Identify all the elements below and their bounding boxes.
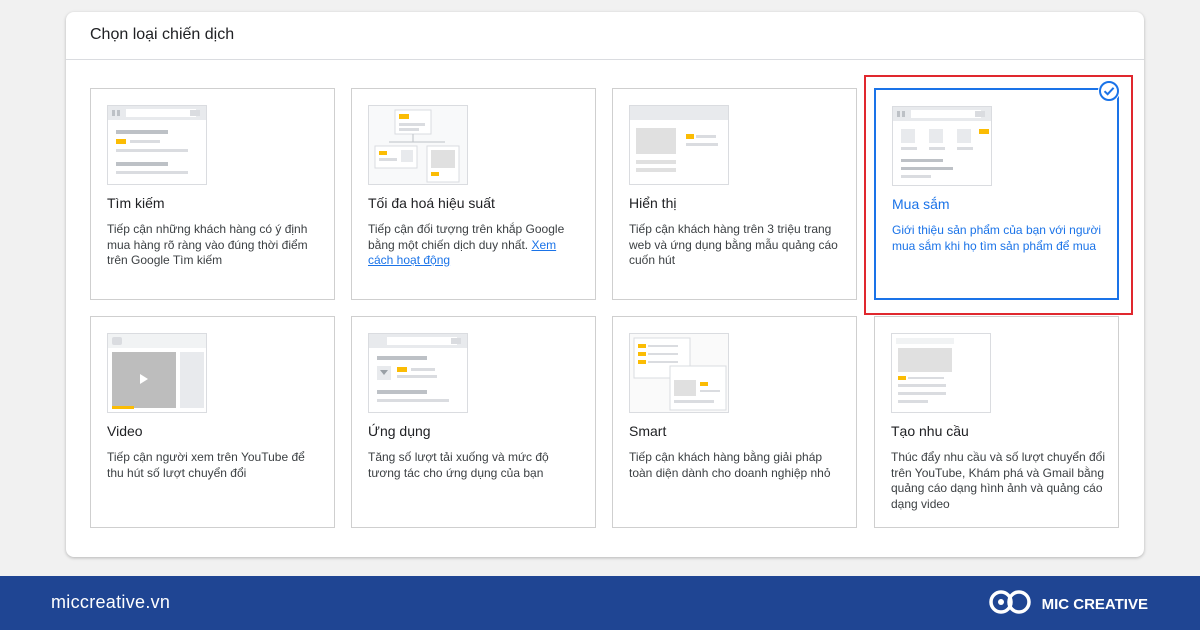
campaign-card-video[interactable]: Video Tiếp cận người xem trên YouTube để… <box>90 316 335 528</box>
card-description: Tăng số lượt tải xuống và mức độ tương t… <box>368 450 549 480</box>
performance-max-icon <box>368 105 468 185</box>
shopping-campaign-icon <box>892 106 992 186</box>
card-description: Giới thiệu sản phẩm của bạn với người mu… <box>892 223 1102 253</box>
campaign-card-smart[interactable]: Smart Tiếp cận khách hàng bằng giải pháp… <box>612 316 857 528</box>
campaign-card-search[interactable]: Tìm kiếm Tiếp cận những khách hàng có ý … <box>90 88 335 300</box>
card-title: Tối đa hoá hiệu suất <box>368 195 495 211</box>
campaign-card-demand-gen[interactable]: Tạo nhu cầu Thúc đẩy nhu cầu và số lượt … <box>874 316 1119 528</box>
footer-brand-name: MIC CREATIVE <box>1041 595 1148 613</box>
card-description: Thúc đẩy nhu cầu và số lượt chuyển đổi t… <box>891 450 1106 511</box>
card-title: Tạo nhu cầu <box>891 423 969 439</box>
app-campaign-icon <box>368 333 468 413</box>
card-description: Tiếp cận người xem trên YouTube để thu h… <box>107 450 305 480</box>
footer-bar: miccreative.vn MIC CREATIVE <box>0 576 1200 630</box>
card-description: Tiếp cận khách hàng trên 3 triệu trang w… <box>629 222 838 267</box>
card-description: Tiếp cận khách hàng bằng giải pháp toàn … <box>629 450 831 480</box>
campaign-card-app[interactable]: Ứng dụng Tăng số lượt tải xuống và mức đ… <box>351 316 596 528</box>
campaign-card-display[interactable]: Hiển thị Tiếp cận khách hàng trên 3 triệ… <box>612 88 857 300</box>
selected-check-icon <box>1098 80 1120 102</box>
footer-website: miccreative.vn <box>51 592 171 612</box>
campaign-type-panel: Chọn loại chiến dịch Tìm kiếm Tiếp cận n… <box>66 12 1144 557</box>
card-title: Video <box>107 423 143 439</box>
campaign-card-performance-max[interactable]: Tối đa hoá hiệu suất Tiếp cận đối tượng … <box>351 88 596 300</box>
video-campaign-icon <box>107 333 207 413</box>
campaign-card-shopping[interactable]: Mua sắm Giới thiệu sản phẩm của bạn với … <box>874 80 1120 300</box>
panel-title: Chọn loại chiến dịch <box>90 26 235 43</box>
display-campaign-icon <box>629 105 729 185</box>
smart-campaign-icon <box>629 333 729 413</box>
card-title: Ứng dụng <box>368 423 431 439</box>
card-description: Tiếp cận đối tượng trên khắp Google bằng… <box>368 222 583 269</box>
card-title: Smart <box>629 423 667 439</box>
mic-creative-logo-icon <box>988 588 1034 621</box>
card-description: Tiếp cận những khách hàng có ý định mua … <box>107 222 308 267</box>
card-title: Tìm kiếm <box>107 195 165 211</box>
footer-brand: MIC CREATIVE <box>988 588 1148 621</box>
card-title: Mua sắm <box>892 196 950 212</box>
divider <box>66 59 1144 60</box>
demand-gen-icon <box>891 333 991 413</box>
card-title: Hiển thị <box>629 195 677 211</box>
search-campaign-icon <box>107 105 207 185</box>
